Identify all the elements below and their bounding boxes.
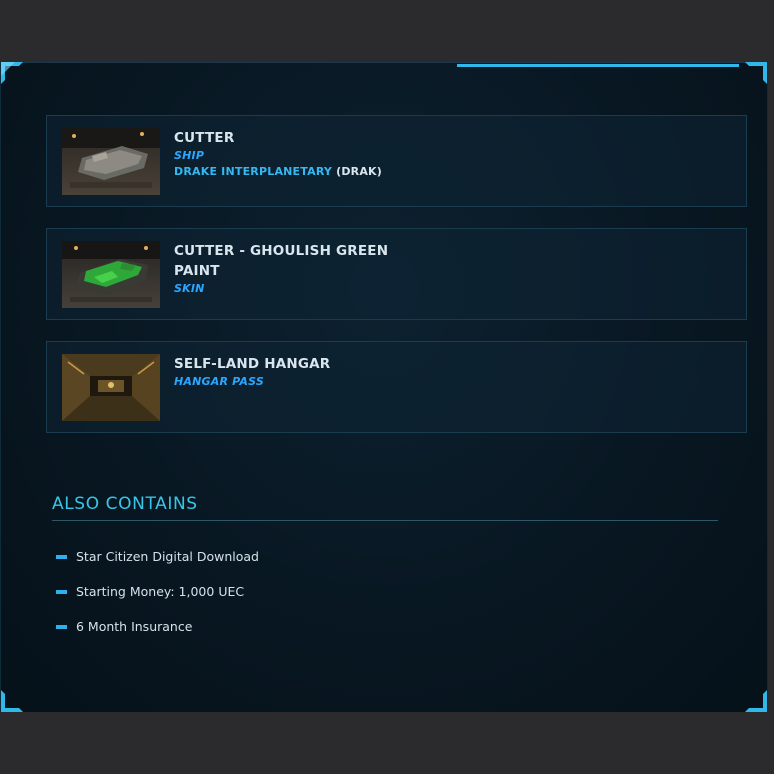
- also-contains-item: 6 Month Insurance: [56, 617, 192, 637]
- corner-bracket-icon: [745, 62, 767, 84]
- corner-bracket-icon: [1, 690, 23, 712]
- item-manufacturer: Drake Interplanetary (DRAK): [174, 164, 414, 180]
- item-info: Cutter Ship Drake Interplanetary (DRAK): [174, 128, 414, 180]
- panel-top-accent: [457, 64, 739, 67]
- dash-bullet-icon: [56, 554, 67, 559]
- also-contains-text: Starting Money: 1,000 UEC: [76, 584, 245, 599]
- also-contains-heading: ALSO CONTAINS: [52, 494, 198, 514]
- item-info: Self-Land Hangar Hangar pass: [174, 354, 414, 390]
- corner-bracket-icon: [745, 690, 767, 712]
- item-title: Cutter - Ghoulish Green Paint: [174, 243, 389, 279]
- also-contains-item: Starting Money: 1,000 UEC: [56, 582, 244, 602]
- item-type: Hangar pass: [174, 375, 264, 388]
- also-contains-item: Star Citizen Digital Download: [56, 547, 259, 567]
- item-type: Skin: [174, 282, 205, 295]
- dash-bullet-icon: [56, 589, 67, 594]
- manufacturer-name: Drake Interplanetary: [174, 165, 333, 178]
- hangar-thumbnail-icon: [62, 354, 160, 421]
- item-info: Cutter - Ghoulish Green Paint Skin: [174, 241, 414, 297]
- corner-bracket-icon: [1, 62, 23, 84]
- item-title: Self-Land Hangar: [174, 356, 331, 372]
- cutter-ship-thumbnail-icon: [62, 128, 160, 195]
- item-card-cutter[interactable]: Cutter Ship Drake Interplanetary (DRAK): [46, 115, 747, 207]
- item-title: Cutter: [174, 130, 235, 146]
- pledge-contents-panel: Cutter Ship Drake Interplanetary (DRAK): [0, 62, 768, 712]
- also-contains-text: Star Citizen Digital Download: [76, 549, 259, 564]
- item-card-hangar[interactable]: Self-Land Hangar Hangar pass: [46, 341, 747, 433]
- item-card-cutter-paint[interactable]: Cutter - Ghoulish Green Paint Skin: [46, 228, 747, 320]
- dash-bullet-icon: [56, 624, 67, 629]
- manufacturer-code: (DRAK): [336, 165, 383, 178]
- also-contains-text: 6 Month Insurance: [76, 619, 193, 634]
- panel-top-border: [1, 62, 767, 63]
- green-paint-ship-thumbnail-icon: [62, 241, 160, 308]
- item-type: Ship: [174, 149, 205, 162]
- page: { "items": [ { "title": "Cutter", "type"…: [0, 0, 774, 774]
- section-divider: [52, 520, 718, 521]
